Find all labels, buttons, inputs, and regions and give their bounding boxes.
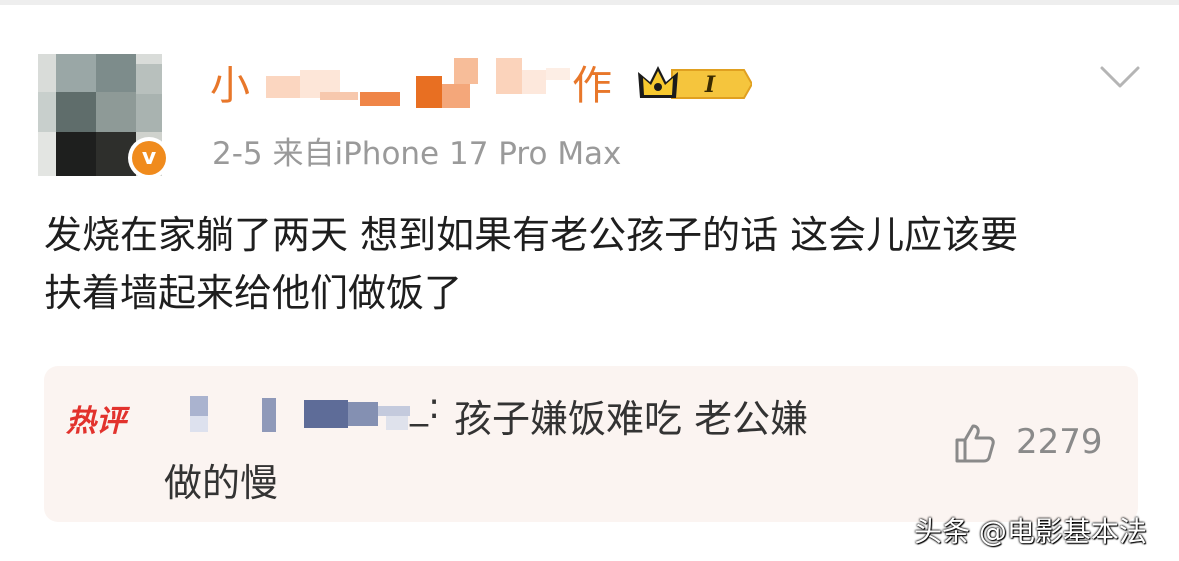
username-last-char: 作 bbox=[572, 63, 612, 109]
crown-vip-icon[interactable]: I bbox=[636, 62, 754, 106]
post-body-line: 发烧在家躺了两天 想到如果有老公孩子的话 这会儿应该要 bbox=[44, 213, 1019, 257]
chevron-down-icon[interactable] bbox=[1098, 62, 1142, 92]
vip-level-label: I bbox=[704, 72, 716, 98]
post-body: 发烧在家躺了两天 想到如果有老公孩子的话 这会儿应该要 扶着墙起来给他们做饭了 bbox=[44, 206, 1154, 322]
hot-comment-username-suffix: _: bbox=[410, 386, 441, 427]
watermark: 头条 @电影基本法 bbox=[914, 515, 1147, 548]
username-first-char: 小 bbox=[210, 63, 250, 109]
hot-comment-text: 孩子嫌饭难吃 老公嫌 bbox=[454, 397, 809, 441]
hot-comment-text: 做的慢 bbox=[164, 461, 279, 505]
like-count: 2279 bbox=[1016, 422, 1103, 462]
username[interactable]: 小 作 bbox=[210, 58, 630, 110]
hot-comment-tag: 热评 bbox=[66, 404, 126, 439]
thumbs-up-icon bbox=[954, 422, 996, 464]
post-body-line: 扶着墙起来给他们做饭了 bbox=[44, 271, 463, 315]
post-meta: 2-5 来自iPhone 17 Pro Max bbox=[212, 136, 622, 172]
hot-comment-username[interactable]: _: bbox=[186, 386, 448, 434]
verified-badge-icon: v bbox=[128, 137, 170, 179]
like-button[interactable]: 2279 bbox=[954, 420, 1124, 468]
top-divider bbox=[0, 0, 1179, 5]
